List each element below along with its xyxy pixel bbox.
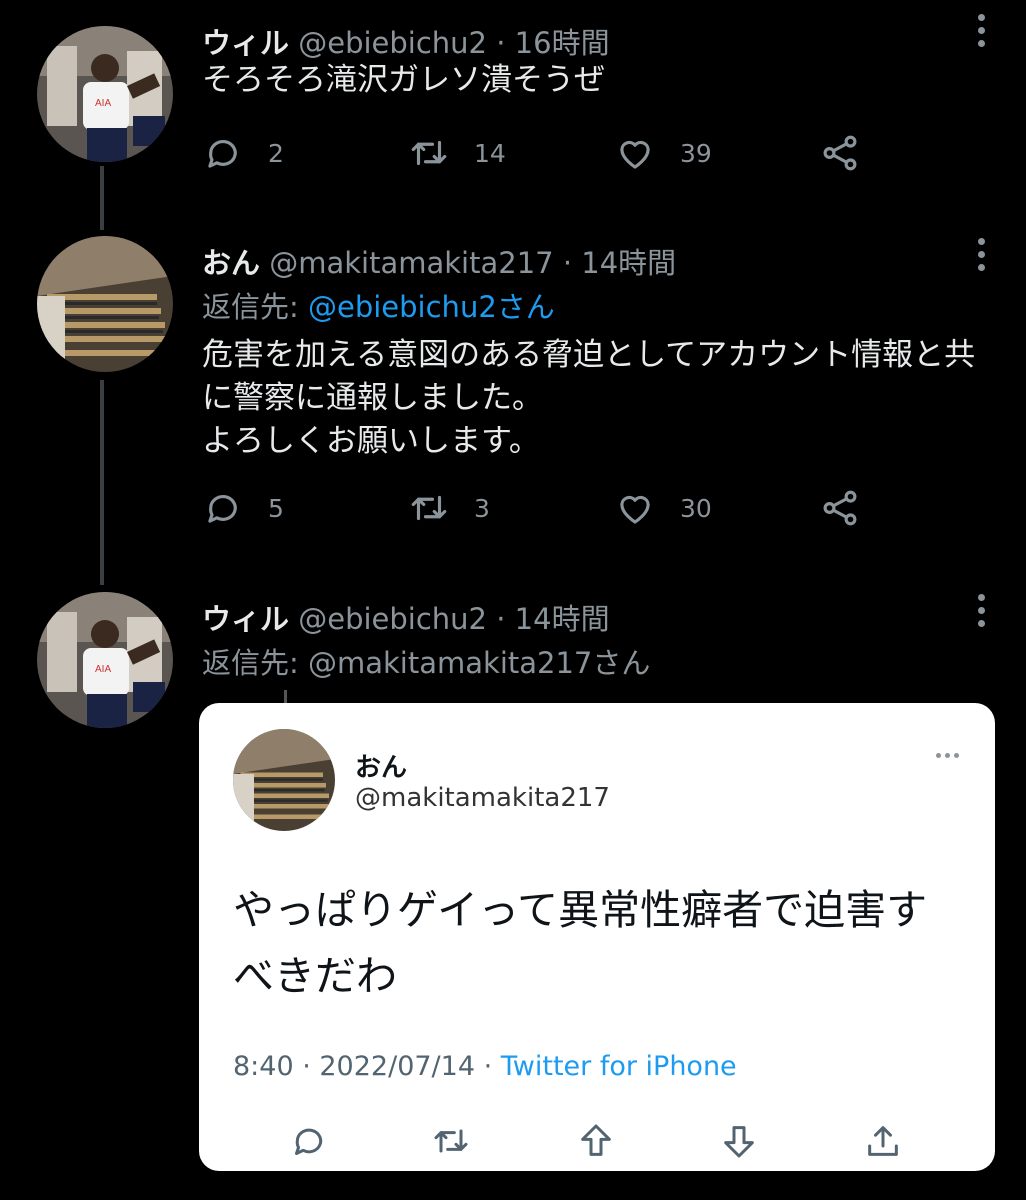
display-name[interactable]: ウィル: [202, 602, 289, 636]
tweet-line: に警察に通報しました。: [202, 380, 543, 416]
handle[interactable]: @ebiebichu2: [298, 602, 487, 636]
more-icon[interactable]: [978, 594, 986, 633]
reply-to-label: 返信先:: [202, 290, 308, 324]
display-name[interactable]: おん: [202, 246, 260, 280]
tweet-line: そろそろ滝沢ガレソ潰そうぜ: [202, 62, 605, 98]
retweet-count: 14: [474, 138, 506, 168]
tweet-text: そろそろ滝沢ガレソ潰そうぜ: [202, 59, 605, 102]
reply-count: 5: [268, 493, 284, 523]
avatar[interactable]: AIA: [37, 26, 173, 162]
tweet-line: やっぱりゲイって異常性癖者で迫害す: [233, 886, 928, 934]
embedded-meta: 8:40 · 2022/07/14 · Twitter for iPhone: [233, 1051, 737, 1082]
separator: ·: [553, 246, 582, 280]
avatar[interactable]: AIA: [37, 592, 173, 728]
retweet-icon: [411, 495, 447, 521]
reply-icon: [208, 495, 237, 523]
downvote-icon: [724, 1126, 754, 1158]
like-button[interactable]: 39: [614, 131, 712, 175]
reply-button[interactable]: 5: [202, 486, 284, 530]
tweet-line: よろしくお願いします。: [202, 423, 540, 459]
retweet-icon: [411, 140, 447, 166]
reply-icon: [208, 140, 237, 168]
reply-icon: [295, 1128, 323, 1155]
reply-to: 返信先: @makitamakita217さん: [202, 646, 651, 680]
tweet-text: 危害を加える意図のある脅迫としてアカウント情報と共 に警察に通報しました。 よろ…: [202, 334, 975, 463]
like-icon: [620, 495, 650, 524]
timestamp[interactable]: 14時間: [515, 602, 610, 636]
handle[interactable]: @makitamakita217: [269, 246, 553, 280]
tweet-header: ウィル @ebiebichu2 · 14時間: [202, 596, 610, 638]
like-button[interactable]: 30: [614, 486, 712, 530]
share-icon: [823, 490, 857, 526]
tweet-header: ウィル @ebiebichu2 · 16時間: [202, 20, 610, 62]
tweet[interactable]: おん @makitamakita217 · 14時間 返信先: @ebiebic…: [0, 230, 1026, 570]
retweet-button[interactable]: 3: [408, 486, 490, 530]
embedded-handle: @makitamakita217: [355, 783, 610, 813]
reply-button[interactable]: 2: [202, 131, 284, 175]
retweet-count: 3: [474, 493, 490, 523]
svg-text:AIA: AIA: [95, 664, 111, 675]
reply-to-link[interactable]: @ebiebichu2さん: [308, 290, 555, 324]
upload-icon: [868, 1126, 898, 1156]
handle[interactable]: @ebiebichu2: [298, 26, 487, 60]
reply-count: 2: [268, 138, 284, 168]
more-icon: [936, 753, 959, 758]
reply-to: 返信先: @ebiebichu2さん: [202, 284, 555, 326]
display-name[interactable]: ウィル: [202, 26, 289, 60]
tweet-line: べきだわ: [233, 952, 397, 1000]
embedded-action-bar: [199, 1121, 995, 1165]
retweet-button[interactable]: 14: [408, 131, 506, 175]
embedded-tweet-image[interactable]: おん @makitamakita217 やっぱりゲイって異常性癖者で迫害す べき…: [199, 703, 995, 1171]
more-icon[interactable]: [978, 238, 986, 277]
like-count: 39: [680, 138, 712, 168]
share-button[interactable]: [819, 131, 861, 175]
separator: ·: [487, 602, 515, 636]
embedded-display-name: おん: [355, 753, 408, 783]
avatar: [233, 729, 335, 831]
embedded-tweet-text: やっぱりゲイって異常性癖者で迫害す べきだわ: [233, 877, 927, 1009]
like-count: 30: [680, 493, 712, 523]
action-bar: 2 14 39: [202, 131, 902, 175]
retweet-icon: [434, 1129, 468, 1153]
action-bar: 5 3 30: [202, 486, 902, 530]
timestamp[interactable]: 16時間: [515, 26, 610, 60]
tweet[interactable]: AIA ウィル @ebiebichu2 · 16時間 そろそろ滝沢ガレソ潰そうぜ…: [0, 0, 1026, 200]
share-icon: [823, 135, 857, 171]
tweet-line: 危害を加える意図のある脅迫としてアカウント情報と共: [202, 337, 976, 373]
upvote-icon: [581, 1124, 611, 1156]
svg-text:AIA: AIA: [95, 98, 111, 109]
embedded-datetime: 8:40 · 2022/07/14 ·: [233, 1051, 501, 1082]
more-icon[interactable]: [978, 14, 986, 53]
thread-line: [284, 690, 287, 704]
embedded-source: Twitter for iPhone: [500, 1051, 737, 1082]
separator: ·: [487, 26, 515, 60]
timestamp[interactable]: 14時間: [581, 246, 676, 280]
like-icon: [620, 140, 650, 169]
avatar[interactable]: [37, 236, 173, 372]
tweet-header: おん @makitamakita217 · 14時間: [202, 240, 676, 282]
share-button[interactable]: [819, 486, 861, 530]
